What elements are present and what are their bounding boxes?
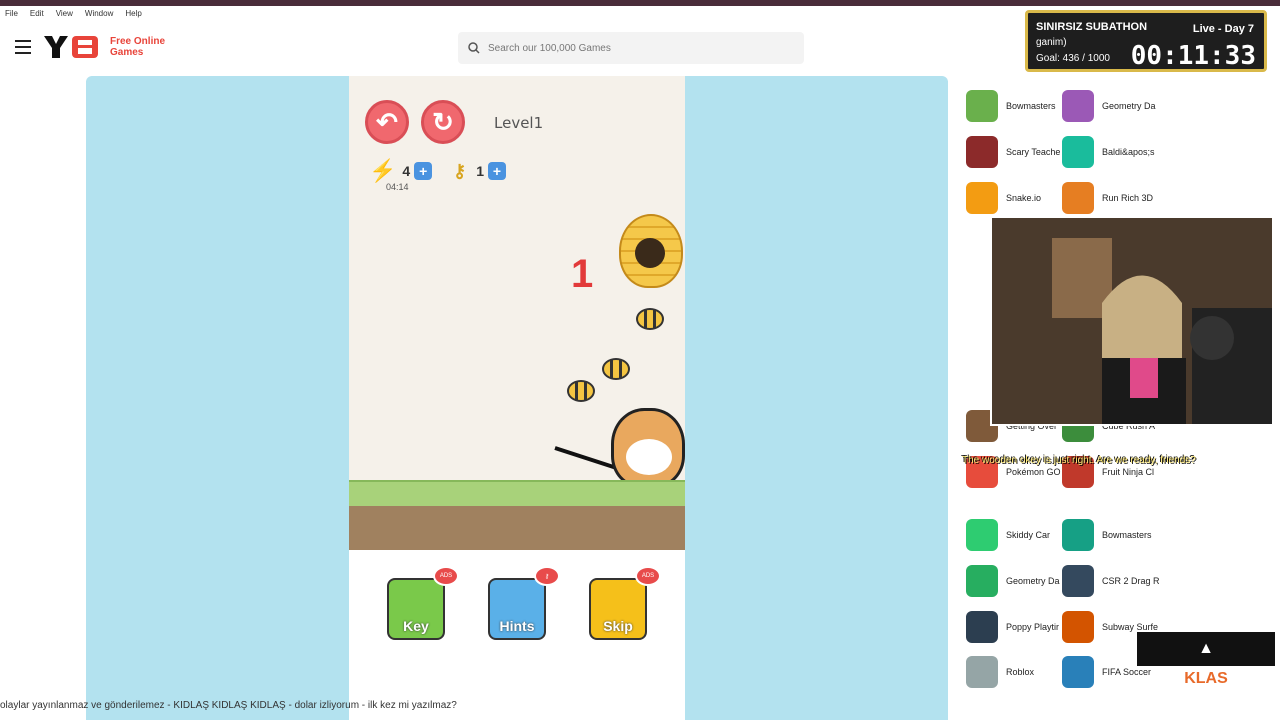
game-title: Bowmasters [1006,101,1056,111]
bee-icon [636,308,664,330]
menu-window[interactable]: Window [85,9,113,18]
site-header: Free Online Games Search our 100,000 Gam… [0,24,960,74]
game-thumbnail-icon [1062,565,1094,597]
skip-button-label: Skip [603,618,633,634]
game-link-1[interactable]: Scary Teache [966,136,1060,168]
game-thumbnail-icon [1062,136,1094,168]
game-link-9[interactable]: Baldi&apos;s [1062,136,1155,168]
key-icon: ⚷ [453,160,467,181]
skip-button[interactable]: Skip [589,578,647,640]
bee-counter: 1 [571,252,594,296]
add-key-button[interactable]: + [487,162,506,180]
game-link-8[interactable]: Geometry Da [1062,90,1156,122]
menu-edit[interactable]: Edit [30,9,44,18]
y8-logo[interactable] [42,34,100,60]
game-title: Roblox [1006,667,1035,677]
game-link-12[interactable]: Bowmasters [1062,519,1152,551]
energy-timer: 04:14 [386,182,409,192]
game-link-6[interactable]: Poppy Playtir [966,611,1059,643]
game-title: Geometry Da [1006,576,1060,586]
chat-ticker: olaylar yayınlanmaz ve gönderilemez - KI… [0,700,457,711]
menu-file[interactable]: File [5,9,18,18]
bee-icon [602,358,630,380]
game-link-13[interactable]: CSR 2 Drag R [1062,565,1160,597]
game-title: Snake.io [1006,193,1042,203]
overlay-clock: 00:11:33 [1130,41,1256,71]
game-link-5[interactable]: Geometry Da [966,565,1060,597]
energy-counter: ⚡ 4 + [369,158,433,184]
game-link-0[interactable]: Bowmasters [966,90,1056,122]
game-title: Geometry Da [1102,101,1156,111]
search-bar[interactable]: Search our 100,000 Games [458,32,804,64]
game-title: Pokémon GO [1006,467,1061,477]
game-thumbnail-icon [1062,656,1094,688]
key-button[interactable]: Key [387,578,445,640]
bee-icon [567,380,595,402]
back-button[interactable]: ↶ [365,100,409,144]
game-thumbnail-icon [1062,611,1094,643]
game-thumbnail-icon [1062,90,1094,122]
overlay-title: SINIRSIZ SUBATHON [1036,21,1148,33]
stream-caption: The wooden okey is just right. Are we re… [962,455,1196,466]
hints-button[interactable]: Hints [488,578,546,640]
game-title: Poppy Playtir [1006,622,1060,632]
ads-badge: ADS [433,566,459,586]
game-title: Bowmasters [1102,530,1152,540]
level-label: Level1 [494,114,544,132]
search-icon [468,42,480,54]
klas-label: KLAS [1184,670,1228,687]
adidas-logo-icon: ▲ [1137,632,1275,666]
logo-tagline: Free Online Games [110,36,166,58]
game-thumbnail-icon [966,182,998,214]
energy-count: 4 [402,163,411,179]
webcam-image [992,218,1272,424]
game-thumbnail-icon [966,136,998,168]
game-title: Skiddy Car [1006,530,1051,540]
ground-grass [349,480,685,506]
key-count: 1 [476,163,484,179]
menu-view[interactable]: View [56,9,73,18]
restart-button[interactable]: ↻ [421,100,465,144]
game-thumbnail-icon [966,656,998,688]
beehive-icon [619,214,683,288]
overlay-goal: Goal: 436 / 1000 [1036,53,1110,64]
hamburger-menu-icon[interactable] [15,40,31,54]
key-button-label: Key [403,618,429,634]
webcam-feed [990,216,1274,426]
game-thumbnail-icon [966,519,998,551]
game-link-2[interactable]: Snake.io [966,182,1041,214]
game-title: Run Rich 3D [1102,193,1154,203]
klas-sponsor-badge: ▲ KLAS [1137,632,1275,692]
ground-dirt [349,506,685,550]
game-title: CSR 2 Drag R [1102,576,1160,586]
game-thumbnail-icon [966,90,998,122]
game-thumbnail-icon [1062,182,1094,214]
overlay-day: Live - Day 7 [1192,23,1254,35]
subathon-overlay: SINIRSIZ SUBATHON Live - Day 7 ganim) Go… [1025,10,1267,72]
lightning-icon: ⚡ [369,158,397,183]
hint-key-badge: ⚷ [534,566,560,586]
game-title: Scary Teache [1006,147,1061,157]
add-energy-button[interactable]: + [414,162,433,180]
overlay-user: ganim) [1036,37,1067,48]
game-title: Fruit Ninja Cl [1102,467,1155,477]
game-link-7[interactable]: Roblox [966,656,1034,688]
game-canvas[interactable]: ↶ ↻ Level1 ⚡ 4 + 04:14 ⚷ 1 + 1 Key ADS H… [349,76,685,720]
game-title: Subway Surfe [1102,622,1159,632]
drawn-line [554,446,619,471]
hints-button-label: Hints [499,618,535,634]
ads-badge: ADS [635,566,661,586]
game-thumbnail-icon [966,611,998,643]
key-counter: ⚷ 1 + [453,158,506,184]
menu-help[interactable]: Help [125,9,141,18]
game-thumbnail-icon [966,565,998,597]
search-input[interactable]: Search our 100,000 Games [488,43,611,54]
game-link-4[interactable]: Skiddy Car [966,519,1050,551]
cat-character [611,408,685,488]
game-thumbnail-icon [1062,519,1094,551]
game-title: Baldi&apos;s [1102,147,1155,157]
game-link-10[interactable]: Run Rich 3D [1062,182,1153,214]
